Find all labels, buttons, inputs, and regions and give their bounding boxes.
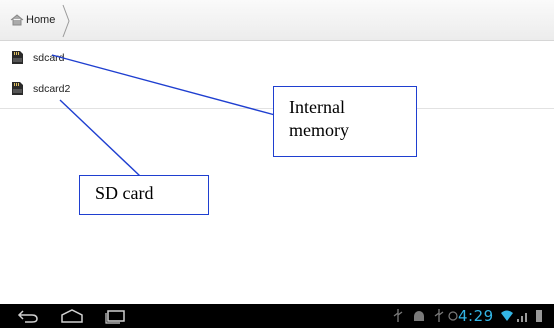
annotation-sd-card: SD card [79,175,209,215]
usb-icon [434,309,444,322]
status-clock: 4:29 [458,307,494,325]
breadcrumb-home-label: Home [26,14,56,26]
file-name: sdcard2 [33,83,71,95]
breadcrumb-bar: Home [0,0,554,41]
signal-icon [517,313,527,322]
breadcrumb-home[interactable]: Home [10,12,55,28]
android-debug-icon [414,311,424,321]
leader-line-sd [59,99,141,177]
recent-apps-icon[interactable] [104,308,126,324]
wifi-icon [501,310,513,321]
annotation-internal-memory: Internal memory [273,86,417,157]
annotation-sd-card-label: SD card [95,183,154,203]
home-button-icon[interactable] [60,308,84,324]
usb-icon [393,309,403,322]
system-bar: 4:29 [0,304,554,328]
battery-icon [536,310,542,322]
annotation-internal-line2: memory [289,120,349,140]
home-icon [10,14,24,26]
breadcrumb-separator-icon [62,4,70,38]
file-name: sdcard [33,52,65,64]
back-icon[interactable] [17,308,39,324]
annotation-internal-line1: Internal [289,97,345,117]
sd-card-icon [12,51,23,64]
sd-card-icon [12,82,23,95]
alarm-icon [448,311,458,321]
